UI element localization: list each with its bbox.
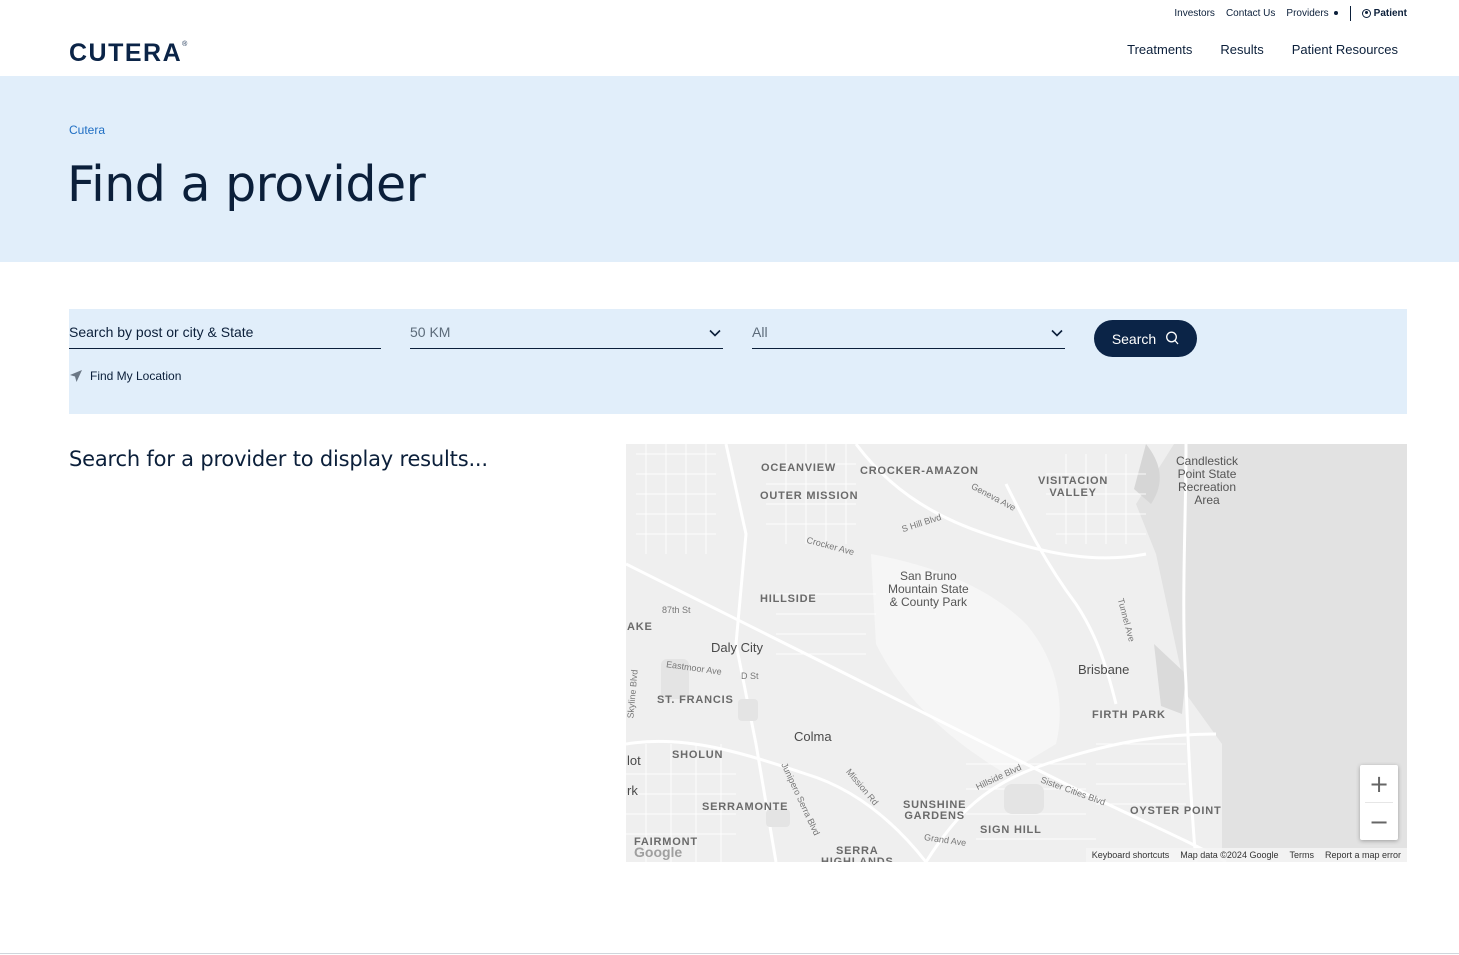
search-button[interactable]: Search (1094, 320, 1197, 357)
logo-text: CUTERA (69, 39, 183, 67)
user-circle-icon (1361, 9, 1371, 18)
map-label-sunshine-gardens: SUNSHINE GARDENS (903, 799, 967, 822)
main-nav: Treatments Results Patient Resources (1127, 42, 1398, 57)
hero-banner: Cutera Find a provider (0, 76, 1459, 262)
site-header: CUTERA® Treatments Results Patient Resou… (0, 27, 1459, 75)
breadcrumb-home[interactable]: Cutera (69, 123, 105, 137)
map-label-colma: Colma (794, 729, 832, 744)
nav-results[interactable]: Results (1220, 42, 1263, 57)
divider (1349, 6, 1351, 21)
chevron-down-icon (709, 329, 721, 337)
map-terms-link[interactable]: Terms (1289, 850, 1314, 860)
map-label-lake: AKE (627, 621, 653, 633)
map-label-87th-st: 87th St (662, 605, 691, 615)
nav-treatments[interactable]: Treatments (1127, 42, 1192, 57)
find-my-location-label: Find My Location (90, 369, 182, 383)
map-label-rk: rk (627, 783, 638, 798)
map-label-firth-park: FIRTH PARK (1092, 709, 1166, 721)
google-logo[interactable]: Google (634, 844, 682, 860)
utility-link-providers[interactable]: Providers (1286, 8, 1338, 19)
map-label-serramonte: SERRAMONTE (702, 801, 789, 813)
results-placeholder: Search for a provider to display results… (69, 447, 488, 471)
nav-patient-resources[interactable]: Patient Resources (1292, 42, 1398, 57)
map-label-serra-highlands: SERRA HIGHLANDS (821, 845, 894, 863)
find-my-location-button[interactable]: Find My Location (69, 369, 181, 383)
map-label-candlestick: Candlestick Point State Recreation Area (1176, 454, 1239, 507)
map-label-san-bruno-park: San Bruno Mountain State & County Park (888, 569, 969, 609)
map-label-crocker-amazon: CROCKER-AMAZON (860, 465, 979, 477)
map-label-sholun: SHOLUN (672, 749, 724, 761)
page-title: Find a provider (67, 156, 426, 213)
dropdown-dot-icon (1333, 11, 1338, 16)
map-data-credit: Map data ©2024 Google (1180, 850, 1279, 860)
search-button-label: Search (1111, 330, 1157, 347)
patient-label: Patient (1373, 8, 1407, 19)
map-label-lot: lot (627, 753, 641, 768)
map-label-outer-mission: OUTER MISSION (760, 490, 859, 502)
provider-map[interactable]: OCEANVIEW CROCKER-AMAZON VISITACION VALL… (626, 444, 1407, 862)
registered-mark-icon: ® (182, 41, 189, 48)
map-label-visitacion-valley: VISITACION VALLEY (1038, 475, 1109, 499)
location-search-value: Search by post or city & State (69, 324, 254, 340)
map-attribution: Keyboard shortcuts Map data ©2024 Google… (1085, 848, 1407, 862)
zoom-out-button[interactable]: − (1360, 803, 1398, 840)
patient-toggle[interactable]: Patient (1361, 8, 1407, 19)
category-select[interactable]: All (752, 320, 1065, 349)
search-panel: Search by post or city & State 50 KM All… (69, 309, 1407, 414)
navigation-arrow-icon (70, 370, 82, 382)
map-label-daly-city: Daly City (711, 640, 764, 655)
category-value: All (752, 324, 768, 340)
map-label-hillside: HILLSIDE (760, 593, 817, 605)
map-label-st-francis: ST. FRANCIS (657, 694, 734, 706)
map-label-oceanview: OCEANVIEW (761, 462, 837, 474)
report-map-error-link[interactable]: Report a map error (1325, 850, 1401, 860)
map-label-d-st: D St (741, 671, 759, 681)
utility-link-contact[interactable]: Contact Us (1226, 8, 1275, 19)
cutera-logo[interactable]: CUTERA® (69, 39, 189, 68)
map-label-brisbane: Brisbane (1078, 662, 1130, 677)
location-search-input[interactable]: Search by post or city & State (69, 320, 381, 349)
map-label-oyster-point: OYSTER POINT (1130, 805, 1222, 817)
distance-value: 50 KM (410, 324, 451, 340)
providers-label: Providers (1286, 8, 1329, 19)
utility-nav: Investors Contact Us Providers Patient (1174, 6, 1407, 21)
map-label-sign-hill: SIGN HILL (980, 824, 1042, 836)
map-zoom-controls: + − (1360, 765, 1398, 840)
chevron-down-icon (1051, 329, 1063, 337)
keyboard-shortcuts-link[interactable]: Keyboard shortcuts (1092, 850, 1170, 860)
footer-divider (0, 953, 1459, 954)
zoom-in-button[interactable]: + (1360, 765, 1398, 802)
search-icon (1166, 331, 1179, 345)
distance-select[interactable]: 50 KM (410, 320, 723, 349)
utility-link-investors[interactable]: Investors (1174, 8, 1215, 19)
